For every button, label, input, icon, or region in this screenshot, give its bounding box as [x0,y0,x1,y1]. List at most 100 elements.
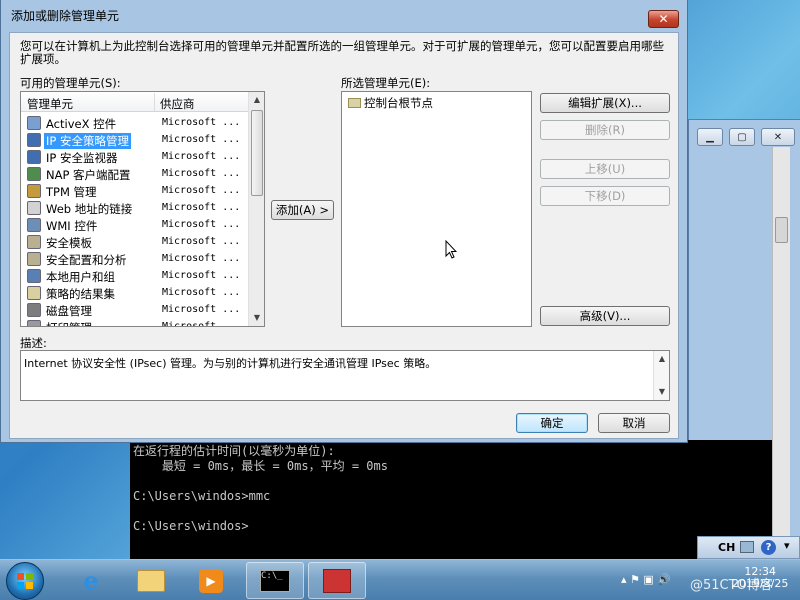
remove-button[interactable]: 删除(R) [540,120,670,140]
print-management-icon [27,320,41,326]
scroll-down-arrow-icon[interactable]: ▼ [249,310,264,326]
snapin-row[interactable]: IP 安全监视器 Microsoft ... [21,149,249,166]
snapin-row[interactable]: 策略的结果集 Microsoft ... [21,285,249,302]
add-remove-snapins-dialog: 添加或删除管理单元 ✕ 您可以在计算机上为此控制台选择可用的管理单元并配置所选的… [0,0,688,443]
language-bar[interactable]: CH ? ▾ [697,536,800,559]
ip-security-monitor-icon [27,150,41,164]
description-text: Internet 协议安全性 (IPsec) 管理。为与别的计算机进行安全通讯管… [24,357,437,370]
local-users-icon [27,269,41,283]
scroll-up-arrow-icon[interactable]: ▲ [249,92,264,108]
snapin-row[interactable]: WMI 控件 Microsoft ... [21,217,249,234]
taskbar-cmd[interactable]: C:\_ [246,562,304,599]
console-line: 最短 = 0ms，最长 = 0ms，平均 = 0ms [133,459,388,473]
ok-button[interactable]: 确定 [516,413,588,433]
mmc-toolbox-icon [323,568,351,593]
advanced-button[interactable]: 高级(V)... [540,306,670,326]
taskbar: e ▶ C:\_ ▴ ⚑ ▣ 🔊 12:34 2019/3/25 [0,559,800,600]
start-button[interactable] [6,562,44,600]
snapin-row[interactable]: 安全配置和分析 Microsoft ... [21,251,249,268]
disk-management-icon [27,303,41,317]
command-prompt-icon: C:\_ [260,569,290,592]
snapin-name: 安全模板 [46,236,92,250]
snapin-vendor: Microsoft ... [162,219,241,230]
snapin-row[interactable]: Web 地址的链接 Microsoft ... [21,200,249,217]
taskbar-media-player[interactable]: ▶ [182,562,240,599]
console-root-node[interactable]: 控制台根节点 [348,95,433,111]
snapin-row[interactable]: 打印管理 Microsoft ... [21,319,249,327]
help-icon[interactable]: ? [761,540,776,555]
snapin-name: WMI 控件 [46,219,98,233]
scroll-down-arrow-icon[interactable]: ▼ [654,384,670,400]
snapin-row[interactable]: 本地用户和组 Microsoft ... [21,268,249,285]
list-scroll-thumb[interactable] [251,110,263,196]
taskbar-explorer[interactable] [122,562,180,599]
list-scrollbar[interactable]: ▲ ▼ [248,92,264,326]
snapin-row[interactable]: NAP 客户端配置 Microsoft ... [21,166,249,183]
snapin-vendor: Microsoft ... [162,287,241,298]
dialog-close-button[interactable]: ✕ [648,10,679,28]
snapin-name: 策略的结果集 [46,287,115,301]
snapin-vendor: Microsoft ... [162,168,241,179]
snapin-row[interactable]: IP 安全策略管理 Microsoft ... [21,132,249,149]
console-root-label: 控制台根节点 [364,96,433,110]
console-output: 在返行程的估计时间(以毫秒为单位): 最短 = 0ms，最长 = 0ms，平均 … [130,440,772,559]
snapin-name: 安全配置和分析 [46,253,127,267]
console-prompt[interactable]: C:\Users\windos> [133,519,769,534]
tpm-icon [27,184,41,198]
add-button[interactable]: 添加(A) > [271,200,334,220]
tray-icons[interactable]: ▴ ⚑ ▣ 🔊 [621,573,671,586]
available-snapins-list[interactable]: 管理单元 供应商 ActiveX 控件 Microsoft ... IP 安全策略管… [20,91,265,327]
console-scroll-thumb[interactable] [775,217,788,243]
snapin-name: 磁盘管理 [46,304,92,318]
taskbar-internet-explorer[interactable]: e [62,562,120,599]
snapin-row[interactable]: 安全模板 Microsoft ... [21,234,249,251]
maximize-button[interactable]: ▢ [729,128,755,146]
column-header-name[interactable]: 管理单元 [27,96,73,112]
snapin-vendor: Microsoft ... [162,236,241,247]
snapin-row[interactable]: TPM 管理 Microsoft ... [21,183,249,200]
selected-snapins-label: 所选管理单元(E): [341,76,431,90]
language-indicator[interactable]: CH [718,541,735,554]
column-header-vendor[interactable]: 供应商 [160,96,195,112]
move-up-button[interactable]: 上移(U) [540,159,670,179]
snapin-vendor: Microsoft ... [162,202,241,213]
keyboard-icon[interactable] [740,541,754,553]
cancel-button[interactable]: 取消 [598,413,670,433]
scroll-up-arrow-icon[interactable]: ▲ [654,351,670,367]
list-header: 管理单元 供应商 [21,92,249,112]
options-arrow-icon[interactable]: ▾ [784,539,790,552]
security-template-icon [27,235,41,249]
snapin-row[interactable]: ActiveX 控件 Microsoft ... [21,115,249,132]
snapin-vendor: Microsoft ... [162,185,241,196]
taskbar-mmc[interactable] [308,562,366,599]
console-scrollbar[interactable] [772,147,790,537]
web-link-icon [27,201,41,215]
ip-security-policy-icon [27,133,41,147]
snapin-name: Web 地址的链接 [46,202,133,216]
selected-snapins-list[interactable]: 控制台根节点 [341,91,532,327]
snapin-name: ActiveX 控件 [46,117,117,131]
snapin-vendor: Microsoft ... [162,270,241,281]
security-analysis-icon [27,252,41,266]
intro-text: 您可以在计算机上为此控制台选择可用的管理单元并配置所选的一组管理单元。对于可扩展… [20,39,664,66]
mouse-cursor-icon [445,240,457,259]
minimize-button[interactable]: ▁ [697,128,723,146]
snapin-name: IP 安全策略管理 [44,133,131,149]
snapin-name: 本地用户和组 [46,270,115,284]
snapin-row[interactable]: 磁盘管理 Microsoft ... [21,302,249,319]
snapin-vendor: Microsoft ... [162,321,241,327]
snapin-vendor: Microsoft ... [162,151,241,162]
available-snapins-label: 可用的管理单元(S): [20,76,121,90]
windows-logo-icon [17,573,33,589]
dialog-body: 您可以在计算机上为此控制台选择可用的管理单元并配置所选的一组管理单元。对于可扩展… [9,32,679,439]
console-close-button[interactable]: ✕ [761,128,795,146]
activex-icon [27,116,41,130]
internet-explorer-icon: e [83,566,99,595]
description-scrollbar[interactable]: ▲ ▼ [653,351,669,400]
edit-extensions-button[interactable]: 编辑扩展(X)... [540,93,670,113]
move-down-button[interactable]: 下移(D) [540,186,670,206]
wmi-icon [27,218,41,232]
snapin-name: 打印管理 [44,320,94,326]
snapin-name: NAP 客户端配置 [46,168,131,182]
